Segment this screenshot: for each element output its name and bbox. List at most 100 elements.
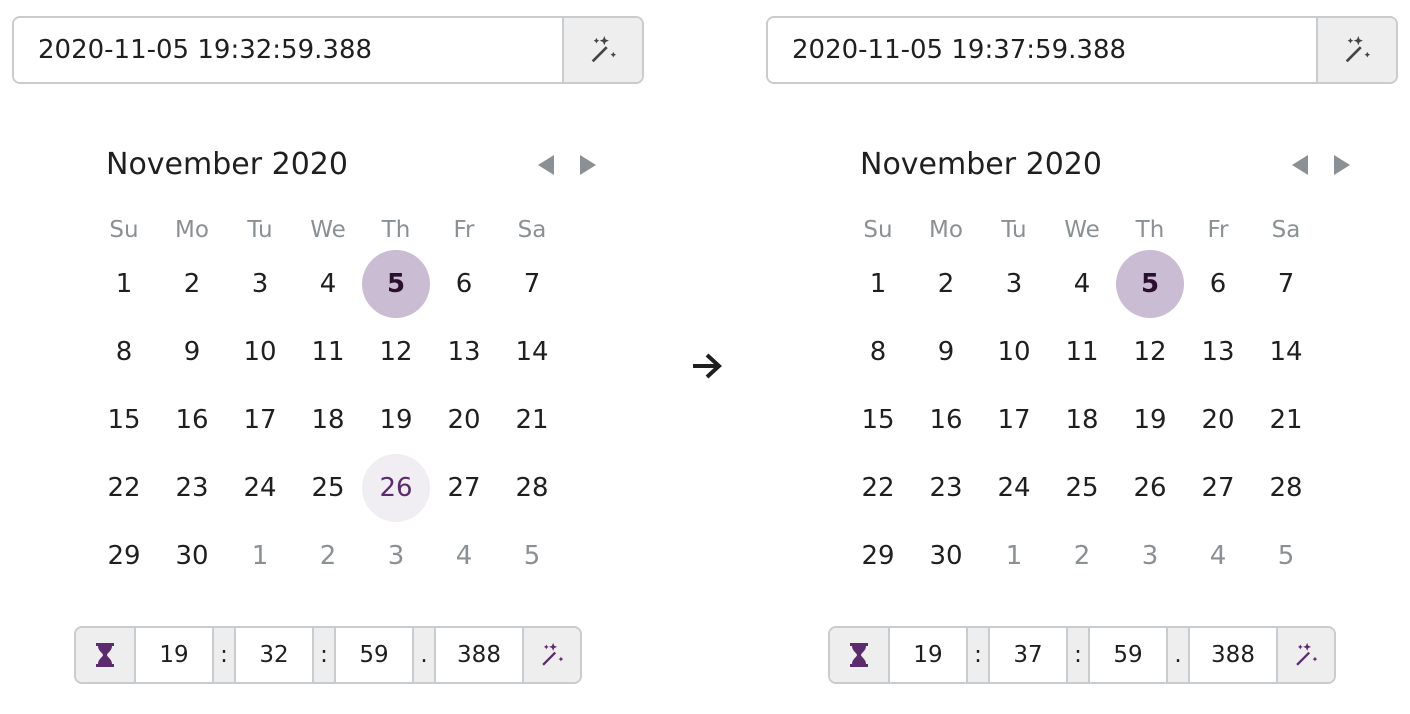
- calendar-day[interactable]: 15: [844, 386, 912, 454]
- hour-field[interactable]: 19: [136, 628, 214, 682]
- calendar-day[interactable]: 9: [158, 318, 226, 386]
- calendar-day[interactable]: 1: [90, 250, 158, 318]
- calendar-day[interactable]: 18: [294, 386, 362, 454]
- second-field[interactable]: 59: [336, 628, 414, 682]
- calendar-day[interactable]: 7: [1252, 250, 1320, 318]
- calendar-day[interactable]: 18: [1048, 386, 1116, 454]
- calendar-day[interactable]: 5: [362, 250, 430, 318]
- calendar-day-next-month[interactable]: 1: [226, 522, 294, 590]
- calendar-day-label: 16: [929, 405, 963, 435]
- calendar-day-next-month[interactable]: 4: [1184, 522, 1252, 590]
- time-separator: :: [968, 628, 990, 682]
- calendar-day[interactable]: 26: [362, 454, 430, 522]
- calendar-day[interactable]: 27: [430, 454, 498, 522]
- hour-field[interactable]: 19: [890, 628, 968, 682]
- calendar-day-label: 10: [243, 337, 277, 367]
- calendar-day[interactable]: 6: [430, 250, 498, 318]
- datetime-input[interactable]: [14, 18, 562, 82]
- magic-wand-button[interactable]: [1316, 18, 1396, 82]
- previous-month-button[interactable]: [534, 152, 558, 178]
- calendar-day[interactable]: 22: [90, 454, 158, 522]
- calendar-day[interactable]: 8: [90, 318, 158, 386]
- calendar-day-next-month[interactable]: 5: [498, 522, 566, 590]
- calendar-day[interactable]: 28: [498, 454, 566, 522]
- millisecond-field[interactable]: 388: [1190, 628, 1278, 682]
- time-icon-cell: [830, 628, 890, 682]
- weekday-header: Th: [1135, 217, 1165, 243]
- calendar-day[interactable]: 12: [1116, 318, 1184, 386]
- calendar-day-next-month[interactable]: 2: [294, 522, 362, 590]
- calendar-day[interactable]: 2: [158, 250, 226, 318]
- calendar-day[interactable]: 3: [980, 250, 1048, 318]
- calendar-day-next-month[interactable]: 4: [430, 522, 498, 590]
- calendar-day[interactable]: 20: [430, 386, 498, 454]
- calendar-day[interactable]: 21: [1252, 386, 1320, 454]
- calendar-day[interactable]: 1: [844, 250, 912, 318]
- calendar-day[interactable]: 29: [90, 522, 158, 590]
- calendar-day-label: 1: [115, 269, 133, 299]
- calendar-day[interactable]: 8: [844, 318, 912, 386]
- calendar-day[interactable]: 11: [1048, 318, 1116, 386]
- calendar-day[interactable]: 9: [912, 318, 980, 386]
- calendar-day[interactable]: 10: [980, 318, 1048, 386]
- time-magic-wand-button[interactable]: [524, 628, 580, 682]
- calendar-day-next-month[interactable]: 3: [1116, 522, 1184, 590]
- arrow-right-icon: [693, 353, 722, 379]
- calendar-day[interactable]: 20: [1184, 386, 1252, 454]
- time-magic-wand-button[interactable]: [1278, 628, 1334, 682]
- calendar-day[interactable]: 4: [294, 250, 362, 318]
- previous-month-button[interactable]: [1288, 152, 1312, 178]
- calendar-day-label: 8: [869, 337, 887, 367]
- calendar-day-next-month[interactable]: 3: [362, 522, 430, 590]
- calendar-day[interactable]: 26: [1116, 454, 1184, 522]
- calendar-day[interactable]: 3: [226, 250, 294, 318]
- next-month-button[interactable]: [576, 152, 600, 178]
- calendar-day[interactable]: 22: [844, 454, 912, 522]
- calendar-day[interactable]: 17: [226, 386, 294, 454]
- calendar-day[interactable]: 7: [498, 250, 566, 318]
- calendar-day[interactable]: 13: [1184, 318, 1252, 386]
- calendar-day[interactable]: 6: [1184, 250, 1252, 318]
- calendar-day[interactable]: 25: [1048, 454, 1116, 522]
- minute-field[interactable]: 32: [236, 628, 314, 682]
- magic-wand-button[interactable]: [562, 18, 642, 82]
- calendar-day-label: 12: [379, 337, 413, 367]
- calendar-day-next-month[interactable]: 2: [1048, 522, 1116, 590]
- calendar-day[interactable]: 14: [1252, 318, 1320, 386]
- calendar-day[interactable]: 24: [980, 454, 1048, 522]
- calendar-day[interactable]: 14: [498, 318, 566, 386]
- next-month-button[interactable]: [1330, 152, 1354, 178]
- calendar-day[interactable]: 24: [226, 454, 294, 522]
- calendar-day[interactable]: 29: [844, 522, 912, 590]
- calendar-day[interactable]: 19: [1116, 386, 1184, 454]
- calendar-day[interactable]: 27: [1184, 454, 1252, 522]
- datetime-input[interactable]: [768, 18, 1316, 82]
- calendar-day[interactable]: 23: [912, 454, 980, 522]
- calendar-day[interactable]: 16: [912, 386, 980, 454]
- calendar-day-next-month[interactable]: 1: [980, 522, 1048, 590]
- calendar-day-label: 17: [997, 405, 1031, 435]
- calendar-day[interactable]: 17: [980, 386, 1048, 454]
- calendar-day[interactable]: 28: [1252, 454, 1320, 522]
- calendar-day[interactable]: 12: [362, 318, 430, 386]
- millisecond-field[interactable]: 388: [436, 628, 524, 682]
- calendar-day[interactable]: 2: [912, 250, 980, 318]
- calendar-day[interactable]: 30: [912, 522, 980, 590]
- calendar-day[interactable]: 23: [158, 454, 226, 522]
- calendar-month-title: November 2020: [106, 147, 348, 182]
- calendar-day[interactable]: 10: [226, 318, 294, 386]
- calendar-day[interactable]: 25: [294, 454, 362, 522]
- calendar-day[interactable]: 30: [158, 522, 226, 590]
- calendar-day[interactable]: 5: [1116, 250, 1184, 318]
- calendar-day[interactable]: 16: [158, 386, 226, 454]
- calendar-day-next-month[interactable]: 5: [1252, 522, 1320, 590]
- time-separator: :: [1068, 628, 1090, 682]
- calendar-day[interactable]: 19: [362, 386, 430, 454]
- calendar-day[interactable]: 15: [90, 386, 158, 454]
- calendar-day[interactable]: 11: [294, 318, 362, 386]
- minute-field[interactable]: 37: [990, 628, 1068, 682]
- calendar-day[interactable]: 4: [1048, 250, 1116, 318]
- calendar-day[interactable]: 13: [430, 318, 498, 386]
- second-field[interactable]: 59: [1090, 628, 1168, 682]
- calendar-day[interactable]: 21: [498, 386, 566, 454]
